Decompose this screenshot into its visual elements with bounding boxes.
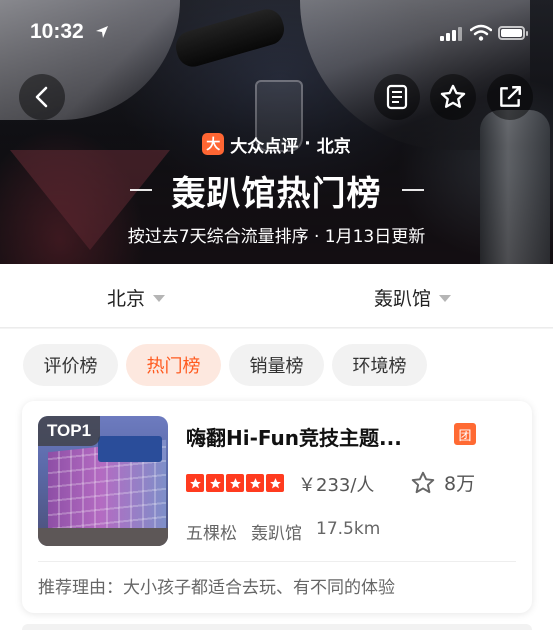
shop-name[interactable]: 嗨翻Hi-Fun竞技主题... bbox=[186, 422, 446, 451]
brand-line: 大 大众点评 · 北京 bbox=[0, 130, 553, 158]
favorite-count-value: 8万 bbox=[444, 473, 476, 495]
rank-badge: TOP1 bbox=[38, 416, 100, 446]
tab-rating[interactable]: 评价榜 bbox=[23, 344, 118, 386]
location-arrow-icon bbox=[96, 26, 108, 38]
title-dash-right bbox=[401, 189, 424, 191]
list-icon bbox=[386, 84, 408, 110]
back-button[interactable] bbox=[19, 74, 65, 120]
caret-down-icon bbox=[439, 295, 452, 302]
star-icon bbox=[246, 474, 264, 492]
shop-meta: 五棵松 轰趴馆 17.5km bbox=[186, 519, 380, 544]
city-filter-label: 北京 bbox=[107, 288, 146, 310]
battery-icon bbox=[498, 26, 528, 40]
share-button[interactable] bbox=[487, 74, 533, 120]
star-icon bbox=[186, 474, 204, 492]
favorite-count[interactable]: 8万 bbox=[410, 469, 475, 496]
tab-sales[interactable]: 销量榜 bbox=[229, 344, 324, 386]
title-row: 轰趴馆热门榜 bbox=[0, 162, 553, 218]
thumbnail-ground bbox=[38, 528, 168, 546]
shop-category: 轰趴馆 bbox=[251, 524, 302, 544]
group-deal-tag: 团 bbox=[454, 423, 476, 445]
page-title: 轰趴馆热门榜 bbox=[171, 173, 382, 214]
next-card-edge bbox=[22, 624, 532, 630]
shop-district: 五棵松 bbox=[186, 524, 237, 544]
page-subtitle: 按过去7天综合流量排序 · 1月13日更新 bbox=[127, 227, 426, 247]
star-icon bbox=[206, 474, 224, 492]
thumbnail-sign bbox=[98, 436, 162, 462]
status-bar: 10:32 bbox=[0, 0, 553, 60]
caret-down-icon bbox=[153, 295, 166, 302]
star-icon bbox=[226, 474, 244, 492]
title-dash-left bbox=[129, 189, 152, 191]
dianping-logo: 大 bbox=[202, 133, 225, 155]
hero-banner: 10:32 大 大众点评 · 北京 轰趴馆热门榜 按过去7天综合流量排序 · 1… bbox=[0, 0, 553, 264]
star-icon bbox=[266, 474, 284, 492]
category-filter[interactable]: 轰趴馆 bbox=[374, 284, 452, 311]
star-outline-icon bbox=[440, 84, 466, 108]
category-filter-label: 轰趴馆 bbox=[374, 288, 432, 310]
signal-icon bbox=[440, 27, 464, 41]
card-divider bbox=[38, 561, 516, 562]
tab-environment[interactable]: 环境榜 bbox=[332, 344, 427, 386]
list-button[interactable] bbox=[374, 74, 420, 120]
shop-card[interactable]: TOP1 嗨翻Hi-Fun竞技主题... 团 ￥233/人 8万 五棵松 轰趴馆… bbox=[22, 401, 532, 613]
wifi-icon bbox=[470, 24, 492, 41]
rating-stars bbox=[186, 474, 284, 492]
brand-name: 大众点评 bbox=[230, 136, 299, 157]
brand-separator: · bbox=[304, 134, 311, 154]
status-time: 10:32 bbox=[30, 20, 84, 43]
share-icon bbox=[500, 86, 521, 107]
city-filter[interactable]: 北京 bbox=[107, 284, 166, 311]
favorite-button[interactable] bbox=[430, 74, 476, 120]
star-outline-icon bbox=[411, 471, 435, 493]
recommend-reason: 推荐理由：大小孩子都适合去玩、有不同的体验 bbox=[38, 578, 395, 598]
price-per-person: ￥233/人 bbox=[298, 475, 375, 496]
shop-distance: 17.5km bbox=[316, 519, 381, 539]
filter-bar: 北京 轰趴馆 bbox=[0, 264, 553, 328]
tab-popular[interactable]: 热门榜 bbox=[126, 344, 221, 386]
back-icon bbox=[35, 86, 48, 108]
brand-city: 北京 bbox=[316, 136, 351, 157]
